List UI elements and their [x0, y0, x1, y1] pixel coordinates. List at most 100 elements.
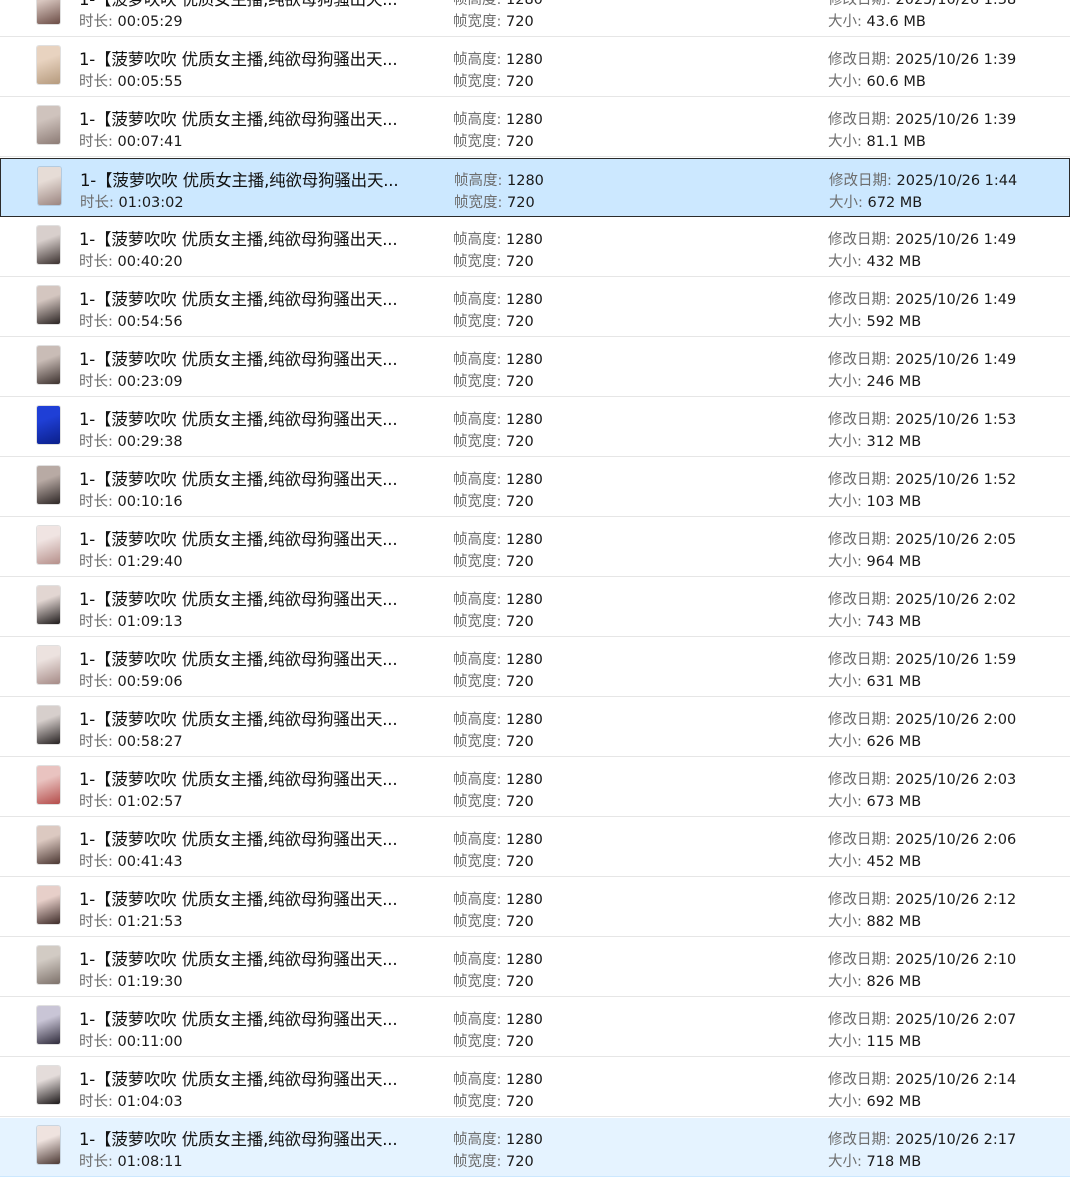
duration-field: 时长: 01:19:30: [79, 970, 183, 991]
duration-value: 01:03:02: [118, 195, 184, 211]
size-label: 大小:: [828, 1034, 867, 1050]
file-row[interactable]: 1-【菠萝吹吹 优质女主播,纯欲母狗骚出天... 时长: 01:29:40 帧高…: [0, 518, 1070, 577]
duration-label: 时长:: [79, 674, 118, 690]
file-name[interactable]: 1-【菠萝吹吹 优质女主播,纯欲母狗骚出天...: [79, 466, 439, 490]
file-row[interactable]: 1-【菠萝吹吹 优质女主播,纯欲母狗骚出天... 时长: 00:41:43 帧高…: [0, 818, 1070, 877]
file-name[interactable]: 1-【菠萝吹吹 优质女主播,纯欲母狗骚出天...: [79, 886, 439, 910]
size-value: 631 MB: [866, 674, 922, 690]
frame-width-label: 帧宽度:: [453, 74, 506, 90]
file-name[interactable]: 1-【菠萝吹吹 优质女主播,纯欲母狗骚出天...: [79, 346, 439, 370]
frame-height-label: 帧高度:: [453, 832, 506, 848]
file-name[interactable]: 1-【菠萝吹吹 优质女主播,纯欲母狗骚出天...: [79, 1006, 439, 1030]
file-row[interactable]: 1-【菠萝吹吹 优质女主播,纯欲母狗骚出天... 时长: 01:03:02 帧高…: [0, 158, 1070, 217]
size-value: 692 MB: [866, 1094, 922, 1110]
frame-width-field: 帧宽度: 720: [453, 1030, 534, 1051]
frame-height-value: 1280: [506, 832, 543, 848]
file-name[interactable]: 1-【菠萝吹吹 优质女主播,纯欲母狗骚出天...: [79, 286, 439, 310]
frame-height-value: 1280: [506, 592, 543, 608]
frame-width-value: 720: [506, 914, 534, 930]
file-name[interactable]: 1-【菠萝吹吹 优质女主播,纯欲母狗骚出天...: [79, 1066, 439, 1090]
video-thumbnail-icon: [37, 286, 60, 324]
size-label: 大小:: [829, 195, 868, 211]
duration-label: 时长:: [79, 854, 118, 870]
duration-label: 时长:: [79, 1034, 118, 1050]
size-value: 81.1 MB: [866, 134, 926, 150]
file-row[interactable]: 1-【菠萝吹吹 优质女主播,纯欲母狗骚出天... 时长: 01:08:11 帧高…: [0, 1118, 1070, 1177]
frame-width-field: 帧宽度: 720: [453, 130, 534, 151]
duration-label: 时长:: [79, 494, 118, 510]
modified-date-label: 修改日期:: [828, 352, 896, 368]
file-name[interactable]: 1-【菠萝吹吹 优质女主播,纯欲母狗骚出天...: [79, 106, 439, 130]
file-name[interactable]: 1-【菠萝吹吹 优质女主播,纯欲母狗骚出天...: [79, 226, 439, 250]
frame-height-label: 帧高度:: [453, 112, 506, 128]
size-field: 大小: 312 MB: [828, 430, 921, 451]
file-name[interactable]: 1-【菠萝吹吹 优质女主播,纯欲母狗骚出天...: [80, 167, 440, 191]
size-value: 246 MB: [866, 374, 922, 390]
file-row[interactable]: 1-【菠萝吹吹 优质女主播,纯欲母狗骚出天... 时长: 01:04:03 帧高…: [0, 1058, 1070, 1117]
file-row[interactable]: 1-【菠萝吹吹 优质女主播,纯欲母狗骚出天... 时长: 00:11:00 帧高…: [0, 998, 1070, 1057]
frame-height-value: 1280: [506, 52, 543, 68]
frame-width-value: 720: [506, 134, 534, 150]
frame-height-value: 1280: [506, 472, 543, 488]
file-name[interactable]: 1-【菠萝吹吹 优质女主播,纯欲母狗骚出天...: [79, 0, 439, 10]
size-field: 大小: 743 MB: [828, 610, 921, 631]
frame-width-label: 帧宽度:: [453, 554, 506, 570]
file-row[interactable]: 1-【菠萝吹吹 优质女主播,纯欲母狗骚出天... 时长: 01:02:57 帧高…: [0, 758, 1070, 817]
modified-date-value: 2025/10/26 1:52: [895, 472, 1017, 488]
duration-value: 00:07:41: [117, 134, 183, 150]
file-row[interactable]: 1-【菠萝吹吹 优质女主播,纯欲母狗骚出天... 时长: 00:10:16 帧高…: [0, 458, 1070, 517]
frame-width-value: 720: [506, 74, 534, 90]
frame-height-label: 帧高度:: [453, 1012, 506, 1028]
frame-width-field: 帧宽度: 720: [453, 910, 534, 931]
file-name[interactable]: 1-【菠萝吹吹 优质女主播,纯欲母狗骚出天...: [79, 1126, 439, 1150]
file-name[interactable]: 1-【菠萝吹吹 优质女主播,纯欲母狗骚出天...: [79, 946, 439, 970]
file-row[interactable]: 1-【菠萝吹吹 优质女主播,纯欲母狗骚出天... 时长: 00:59:06 帧高…: [0, 638, 1070, 697]
file-row[interactable]: 1-【菠萝吹吹 优质女主播,纯欲母狗骚出天... 时长: 00:54:56 帧高…: [0, 278, 1070, 337]
frame-width-label: 帧宽度:: [453, 794, 506, 810]
duration-field: 时长: 00:10:16: [79, 490, 183, 511]
file-row[interactable]: 1-【菠萝吹吹 优质女主播,纯欲母狗骚出天... 时长: 01:19:30 帧高…: [0, 938, 1070, 997]
file-name[interactable]: 1-【菠萝吹吹 优质女主播,纯欲母狗骚出天...: [79, 826, 439, 850]
size-field: 大小: 592 MB: [828, 310, 921, 331]
file-row[interactable]: 1-【菠萝吹吹 优质女主播,纯欲母狗骚出天... 时长: 00:40:20 帧高…: [0, 218, 1070, 277]
file-name[interactable]: 1-【菠萝吹吹 优质女主播,纯欲母狗骚出天...: [79, 526, 439, 550]
duration-field: 时长: 00:11:00: [79, 1030, 183, 1051]
size-label: 大小:: [828, 734, 867, 750]
file-row[interactable]: 1-【菠萝吹吹 优质女主播,纯欲母狗骚出天... 时长: 00:05:29 帧高…: [0, 0, 1070, 37]
size-value: 626 MB: [866, 734, 922, 750]
file-row[interactable]: 1-【菠萝吹吹 优质女主播,纯欲母狗骚出天... 时长: 00:05:55 帧高…: [0, 38, 1070, 97]
duration-field: 时长: 01:08:11: [79, 1150, 183, 1171]
frame-width-field: 帧宽度: 720: [453, 1150, 534, 1171]
frame-width-field: 帧宽度: 720: [453, 250, 534, 271]
duration-value: 01:09:13: [117, 614, 183, 630]
duration-field: 时长: 01:02:57: [79, 790, 183, 811]
video-thumbnail-icon: [37, 1126, 60, 1164]
size-value: 43.6 MB: [866, 14, 926, 30]
modified-date-value: 2025/10/26 2:17: [895, 1132, 1017, 1148]
file-name[interactable]: 1-【菠萝吹吹 优质女主播,纯欲母狗骚出天...: [79, 706, 439, 730]
file-row[interactable]: 1-【菠萝吹吹 优质女主播,纯欲母狗骚出天... 时长: 00:29:38 帧高…: [0, 398, 1070, 457]
frame-width-label: 帧宽度:: [453, 374, 506, 390]
file-row[interactable]: 1-【菠萝吹吹 优质女主播,纯欲母狗骚出天... 时长: 00:58:27 帧高…: [0, 698, 1070, 757]
frame-width-value: 720: [506, 974, 534, 990]
duration-label: 时长:: [79, 1154, 118, 1170]
file-row[interactable]: 1-【菠萝吹吹 优质女主播,纯欲母狗骚出天... 时长: 01:09:13 帧高…: [0, 578, 1070, 637]
file-name[interactable]: 1-【菠萝吹吹 优质女主播,纯欲母狗骚出天...: [79, 406, 439, 430]
size-field: 大小: 246 MB: [828, 370, 921, 391]
file-row[interactable]: 1-【菠萝吹吹 优质女主播,纯欲母狗骚出天... 时长: 00:07:41 帧高…: [0, 98, 1070, 157]
duration-field: 时长: 01:03:02: [80, 191, 184, 212]
file-name[interactable]: 1-【菠萝吹吹 优质女主播,纯欲母狗骚出天...: [79, 46, 439, 70]
frame-width-label: 帧宽度:: [453, 1034, 506, 1050]
file-row[interactable]: 1-【菠萝吹吹 优质女主播,纯欲母狗骚出天... 时长: 01:21:53 帧高…: [0, 878, 1070, 937]
modified-date-field: 修改日期: 2025/10/26 1:39: [828, 108, 1016, 129]
frame-height-label: 帧高度:: [454, 173, 507, 189]
file-name[interactable]: 1-【菠萝吹吹 优质女主播,纯欲母狗骚出天...: [79, 766, 439, 790]
duration-label: 时长:: [79, 374, 118, 390]
modified-date-label: 修改日期:: [828, 0, 896, 8]
file-row[interactable]: 1-【菠萝吹吹 优质女主播,纯欲母狗骚出天... 时长: 00:23:09 帧高…: [0, 338, 1070, 397]
video-thumbnail-icon: [37, 1066, 60, 1104]
file-name[interactable]: 1-【菠萝吹吹 优质女主播,纯欲母狗骚出天...: [79, 586, 439, 610]
file-name[interactable]: 1-【菠萝吹吹 优质女主播,纯欲母狗骚出天...: [79, 646, 439, 670]
duration-field: 时长: 00:29:38: [79, 430, 183, 451]
duration-field: 时长: 01:21:53: [79, 910, 183, 931]
